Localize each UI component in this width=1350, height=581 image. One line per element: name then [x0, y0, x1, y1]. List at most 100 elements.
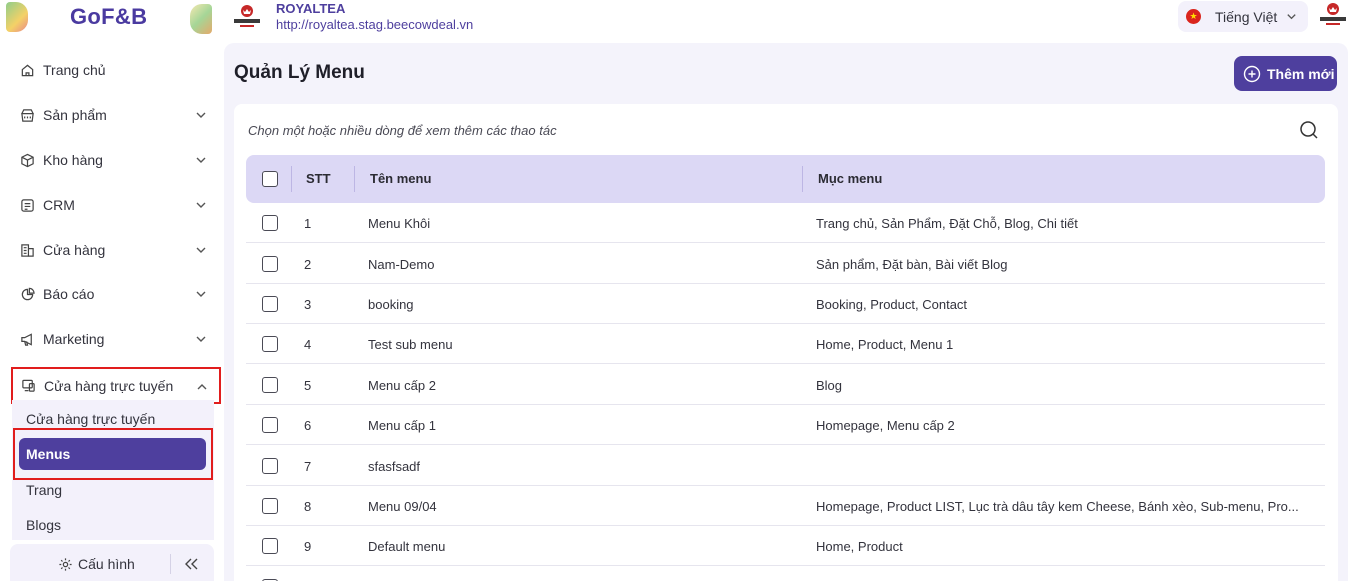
row-checkbox[interactable]: [262, 538, 278, 554]
row-stt: 9: [304, 539, 312, 554]
row-stt: 6: [304, 418, 312, 433]
collapse-sidebar-icon[interactable]: [182, 556, 200, 572]
table-row[interactable]: 5 Menu cấp 2 Blog: [246, 365, 1325, 405]
submenu-item-pages[interactable]: Trang: [26, 482, 62, 498]
select-all-checkbox[interactable]: [262, 171, 278, 187]
row-items: Home, Product, Menu 1: [816, 337, 954, 352]
menu-table-card: Chọn một hoặc nhiều dòng để xem thêm các…: [234, 104, 1338, 581]
sidebar-item-label: CRM: [43, 197, 75, 213]
row-checkbox[interactable]: [262, 458, 278, 474]
row-checkbox[interactable]: [262, 296, 278, 312]
column-divider: [802, 166, 803, 192]
chevron-down-icon: [196, 157, 206, 163]
sidebar-item-label: Marketing: [43, 331, 105, 347]
row-name: Default menu: [368, 539, 446, 554]
chevron-down-icon: [196, 291, 206, 297]
sidebar-item-label: Cửa hàng trực tuyến: [44, 377, 174, 394]
brand-logo[interactable]: GoF&B: [0, 0, 224, 40]
row-checkbox[interactable]: [262, 336, 278, 352]
plus-circle-icon: [1243, 65, 1261, 82]
chevron-down-icon: [196, 336, 206, 342]
sidebar-item-home[interactable]: Trang chủ: [12, 52, 218, 88]
box-icon: [19, 152, 35, 168]
row-stt: 4: [304, 337, 312, 352]
search-icon[interactable]: [1299, 120, 1319, 140]
row-stt: 1: [304, 216, 312, 231]
table-row[interactable]: 2 Nam-Demo Sản phẩm, Đặt bàn, Bài viết B…: [246, 244, 1325, 284]
submenu-item-blogs[interactable]: Blogs: [26, 517, 61, 533]
table-row[interactable]: 7 sfasfsadf: [246, 446, 1325, 486]
row-checkbox[interactable]: [262, 256, 278, 272]
column-header-items[interactable]: Mục menu: [818, 171, 882, 186]
config-label: Cấu hình: [78, 556, 135, 572]
row-name: Menu Khôi: [368, 216, 431, 231]
sidebar-item-online-store[interactable]: Cửa hàng trực tuyến: [11, 367, 221, 404]
table-row[interactable]: [246, 567, 1325, 581]
row-checkbox[interactable]: [262, 498, 278, 514]
sidebar-item-label: Trang chủ: [43, 62, 106, 78]
divider: [170, 554, 171, 574]
sidebar-item-crm[interactable]: CRM: [12, 187, 218, 223]
add-menu-button[interactable]: Thêm mới: [1234, 56, 1337, 91]
row-items: Home, Product: [816, 539, 903, 554]
row-items: Sản phẩm, Đặt bàn, Bài viết Blog: [816, 257, 1008, 272]
row-name: Test sub menu: [368, 337, 453, 352]
sidebar-footer: Cấu hình: [10, 544, 214, 581]
sidebar-item-marketing[interactable]: Marketing: [12, 321, 218, 357]
chevron-up-icon: [197, 384, 207, 390]
table-row[interactable]: 4 Test sub menu Home, Product, Menu 1: [246, 324, 1325, 364]
table-row[interactable]: 3 booking Booking, Product, Contact: [246, 284, 1325, 324]
column-header-name[interactable]: Tên menu: [370, 171, 431, 186]
logo-decoration-right: [190, 4, 212, 34]
table-header: STT Tên menu Mục menu: [246, 155, 1325, 203]
row-items: Booking, Product, Contact: [816, 297, 968, 312]
sidebar: GoF&B Trang chủ Sản phẩm Kho hàng CRM Cử…: [0, 0, 224, 581]
product-icon: [19, 107, 35, 123]
online-store-icon: [20, 378, 36, 394]
row-name: Menu cấp 1: [368, 418, 436, 433]
shop-name: ROYALTEA: [276, 1, 346, 16]
sidebar-item-label: Báo cáo: [43, 286, 95, 302]
row-stt: 5: [304, 378, 312, 393]
table-row[interactable]: 9 Default menu Home, Product: [246, 526, 1325, 566]
selection-hint: Chọn một hoặc nhiều dòng để xem thêm các…: [248, 123, 557, 138]
sidebar-item-label: Cửa hàng: [43, 242, 106, 258]
row-checkbox[interactable]: [262, 215, 278, 231]
table-row[interactable]: 8 Menu 09/04 Homepage, Product LIST, Lục…: [246, 486, 1325, 526]
shop-logo-icon: [234, 5, 260, 27]
row-stt: 7: [304, 459, 312, 474]
column-divider: [291, 166, 292, 192]
row-stt: 8: [304, 499, 312, 514]
config-button[interactable]: Cấu hình: [58, 556, 135, 572]
chevron-down-icon: [196, 202, 206, 208]
table-row[interactable]: 1 Menu Khôi Trang chủ, Sản Phẩm, Đặt Chỗ…: [246, 203, 1325, 243]
sidebar-item-label: Sản phẩm: [43, 107, 107, 123]
sidebar-item-inventory[interactable]: Kho hàng: [12, 142, 218, 178]
sidebar-item-products[interactable]: Sản phẩm: [12, 97, 218, 133]
row-stt: 2: [304, 257, 312, 272]
row-items: Homepage, Product LIST, Lục trà dâu tây …: [816, 499, 1299, 514]
chart-icon: [19, 286, 35, 302]
sidebar-item-stores[interactable]: Cửa hàng: [12, 232, 218, 268]
language-select[interactable]: ★ Tiếng Việt: [1178, 1, 1308, 32]
avatar[interactable]: [1318, 0, 1348, 30]
row-checkbox[interactable]: [262, 417, 278, 433]
submenu-item-menus[interactable]: Menus: [19, 438, 206, 470]
column-header-stt[interactable]: STT: [306, 171, 331, 186]
sidebar-item-reports[interactable]: Báo cáo: [12, 276, 218, 312]
submenu-item-online-store[interactable]: Cửa hàng trực tuyến: [26, 411, 155, 427]
logo-decoration-left: [6, 2, 28, 32]
row-name: Menu cấp 2: [368, 378, 436, 393]
language-label: Tiếng Việt: [1215, 8, 1278, 25]
chevron-down-icon: [196, 112, 206, 118]
brand-logo-text: GoF&B: [70, 4, 148, 29]
row-checkbox[interactable]: [262, 377, 278, 393]
gear-icon: [58, 557, 73, 572]
crm-icon: [19, 197, 35, 213]
row-name: sfasfsadf: [368, 459, 421, 474]
column-divider: [354, 166, 355, 192]
row-name: Nam-Demo: [368, 257, 435, 272]
shop-url-link[interactable]: http://royaltea.stag.beecowdeal.vn: [276, 17, 473, 32]
row-items: Homepage, Menu cấp 2: [816, 418, 955, 433]
table-row[interactable]: 6 Menu cấp 1 Homepage, Menu cấp 2: [246, 405, 1325, 445]
